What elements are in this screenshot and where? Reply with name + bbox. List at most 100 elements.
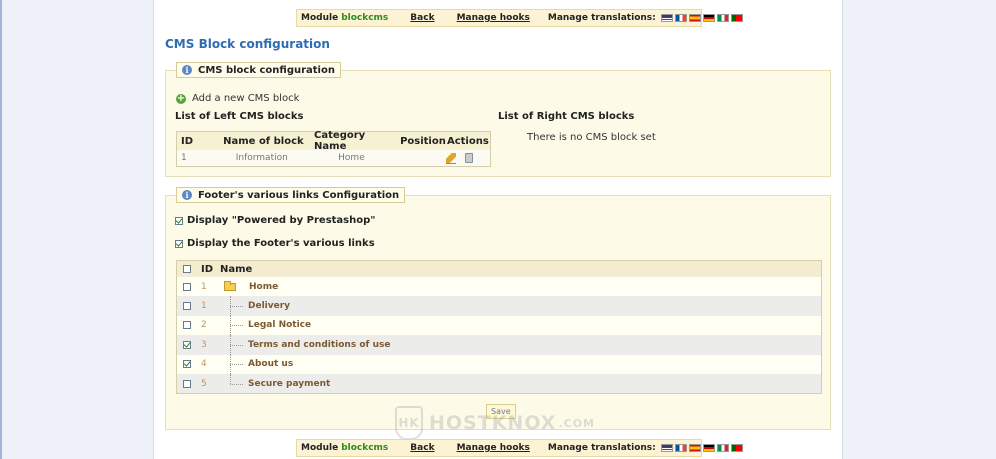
- it-flag-icon[interactable]: [716, 444, 729, 452]
- col-name-header: Name of block: [223, 135, 304, 147]
- cell-id: 1: [181, 153, 187, 163]
- tree-connector: [230, 373, 231, 384]
- add-cms-block-link[interactable]: + Add a new CMS block: [176, 93, 299, 104]
- display-links-option: Display the Footer's various links: [175, 238, 375, 249]
- row-id: 4: [201, 359, 207, 370]
- row-checkbox[interactable]: [183, 302, 191, 311]
- module-label: Module: [301, 443, 339, 453]
- module-label: Module: [301, 13, 339, 23]
- no-right-blocks-message: There is no CMS block set: [527, 132, 656, 143]
- table-row[interactable]: 2 Legal Notice: [177, 315, 821, 336]
- row-id: 3: [201, 339, 207, 350]
- row-name-cell: Secure payment: [220, 373, 821, 393]
- row-checkbox-cell: [177, 321, 201, 330]
- delete-icon[interactable]: [465, 153, 474, 163]
- tree-branch: [230, 364, 243, 366]
- row-checkbox-cell: [177, 340, 201, 349]
- cell-category: Home: [338, 153, 365, 163]
- row-name-cell: Legal Notice: [220, 315, 821, 336]
- col-actions-header: Actions: [446, 135, 489, 147]
- col-id-header: ID: [181, 135, 194, 147]
- cell-name: Information: [235, 153, 288, 163]
- module-toolbar-bottom: Module blockcms Back Manage hooks Manage…: [296, 439, 743, 457]
- pt-flag-icon[interactable]: [730, 444, 743, 452]
- row-name[interactable]: Terms and conditions of use: [248, 340, 390, 350]
- es-flag-icon[interactable]: [688, 14, 701, 22]
- module-toolbar-top: Module blockcms Back Manage hooks Manage…: [296, 9, 743, 27]
- table-header: ID Name of block Category Name Position …: [177, 130, 490, 152]
- de-flag-icon[interactable]: [702, 444, 715, 452]
- add-cms-block-label: Add a new CMS block: [192, 93, 300, 104]
- row-name[interactable]: Delivery: [248, 301, 290, 311]
- display-links-checkbox[interactable]: [175, 239, 183, 248]
- back-link[interactable]: Back: [410, 13, 434, 23]
- cms-block-fieldset: i CMS block configuration + Add a new CM…: [165, 62, 831, 177]
- footer-links-legend: i Footer's various links Configuration: [176, 187, 406, 203]
- row-checkbox[interactable]: [183, 379, 191, 388]
- manage-translations-label: Manage translations:: [547, 443, 656, 453]
- footer-links-legend-label: Footer's various links Configuration: [198, 189, 400, 201]
- col-id-header: ID: [201, 263, 214, 275]
- display-links-label: Display the Footer's various links: [187, 238, 375, 249]
- module-name: blockcms: [341, 13, 389, 23]
- table-row[interactable]: 1 Delivery: [177, 296, 821, 316]
- cell-actions: [446, 152, 490, 164]
- select-all-checkbox[interactable]: [183, 265, 191, 273]
- manage-hooks-link[interactable]: Manage hooks: [457, 443, 530, 453]
- translation-flags: [660, 444, 745, 452]
- row-name[interactable]: About us: [248, 359, 293, 369]
- manage-hooks-link[interactable]: Manage hooks: [457, 13, 530, 23]
- row-name[interactable]: Home: [249, 282, 278, 292]
- left-blocks-title: List of Left CMS blocks: [175, 111, 304, 122]
- table-row[interactable]: 4 About us: [177, 354, 821, 374]
- tree-branch: [230, 344, 243, 346]
- col-name-header: Name: [220, 263, 253, 275]
- row-checkbox-cell: [177, 282, 201, 291]
- table-row[interactable]: 1 Home: [177, 277, 821, 297]
- save-button[interactable]: Save: [486, 404, 516, 419]
- row-checkbox[interactable]: [183, 360, 191, 369]
- row-name-cell: Terms and conditions of use: [220, 335, 821, 355]
- left-edge-bar: [0, 0, 2, 459]
- tree-branch: [230, 306, 243, 308]
- es-flag-icon[interactable]: [688, 444, 701, 452]
- it-flag-icon[interactable]: [716, 14, 729, 22]
- pt-flag-icon[interactable]: [730, 14, 743, 22]
- cms-block-legend-label: CMS block configuration: [198, 64, 335, 76]
- row-checkbox-cell: [177, 360, 201, 369]
- us-flag-icon[interactable]: [660, 444, 673, 452]
- left-cms-table: ID Name of block Category Name Position …: [176, 130, 491, 167]
- row-checkbox-cell: [177, 379, 201, 388]
- col-category-header: Category Name: [314, 130, 366, 152]
- fr-flag-icon[interactable]: [674, 14, 687, 22]
- edit-icon[interactable]: [446, 152, 457, 164]
- row-id: 2: [201, 320, 207, 331]
- row-name[interactable]: Secure payment: [248, 379, 330, 389]
- powered-by-checkbox[interactable]: [175, 216, 183, 225]
- table-row[interactable]: 3 Terms and conditions of use: [177, 335, 821, 355]
- table-row[interactable]: 5 Secure payment: [177, 373, 821, 394]
- row-checkbox-cell: [177, 302, 201, 311]
- de-flag-icon[interactable]: [702, 14, 715, 22]
- fr-flag-icon[interactable]: [674, 444, 687, 452]
- footer-links-table: ID Name 1 Home 1 Delivery 2 Legal Notice…: [176, 260, 822, 395]
- powered-by-option: Display "Powered by Prestashop": [175, 215, 375, 226]
- row-checkbox[interactable]: [183, 282, 191, 291]
- select-all-cell: [177, 265, 201, 273]
- info-icon: i: [182, 65, 192, 75]
- module-name: blockcms: [341, 443, 389, 453]
- us-flag-icon[interactable]: [660, 14, 673, 22]
- row-checkbox[interactable]: [183, 321, 191, 330]
- info-icon: i: [182, 190, 192, 200]
- tree-branch: [230, 325, 243, 327]
- powered-by-label: Display "Powered by Prestashop": [187, 215, 376, 226]
- table-row: 1 Information Home: [177, 150, 490, 166]
- back-link[interactable]: Back: [410, 443, 434, 453]
- right-blocks-title: List of Right CMS blocks: [498, 111, 635, 122]
- manage-translations-label: Manage translations:: [547, 13, 656, 23]
- row-id: 5: [201, 378, 207, 389]
- row-name-cell: Home: [220, 277, 821, 296]
- row-checkbox[interactable]: [183, 340, 191, 349]
- cms-block-legend: i CMS block configuration: [176, 62, 341, 78]
- row-name[interactable]: Legal Notice: [248, 320, 311, 330]
